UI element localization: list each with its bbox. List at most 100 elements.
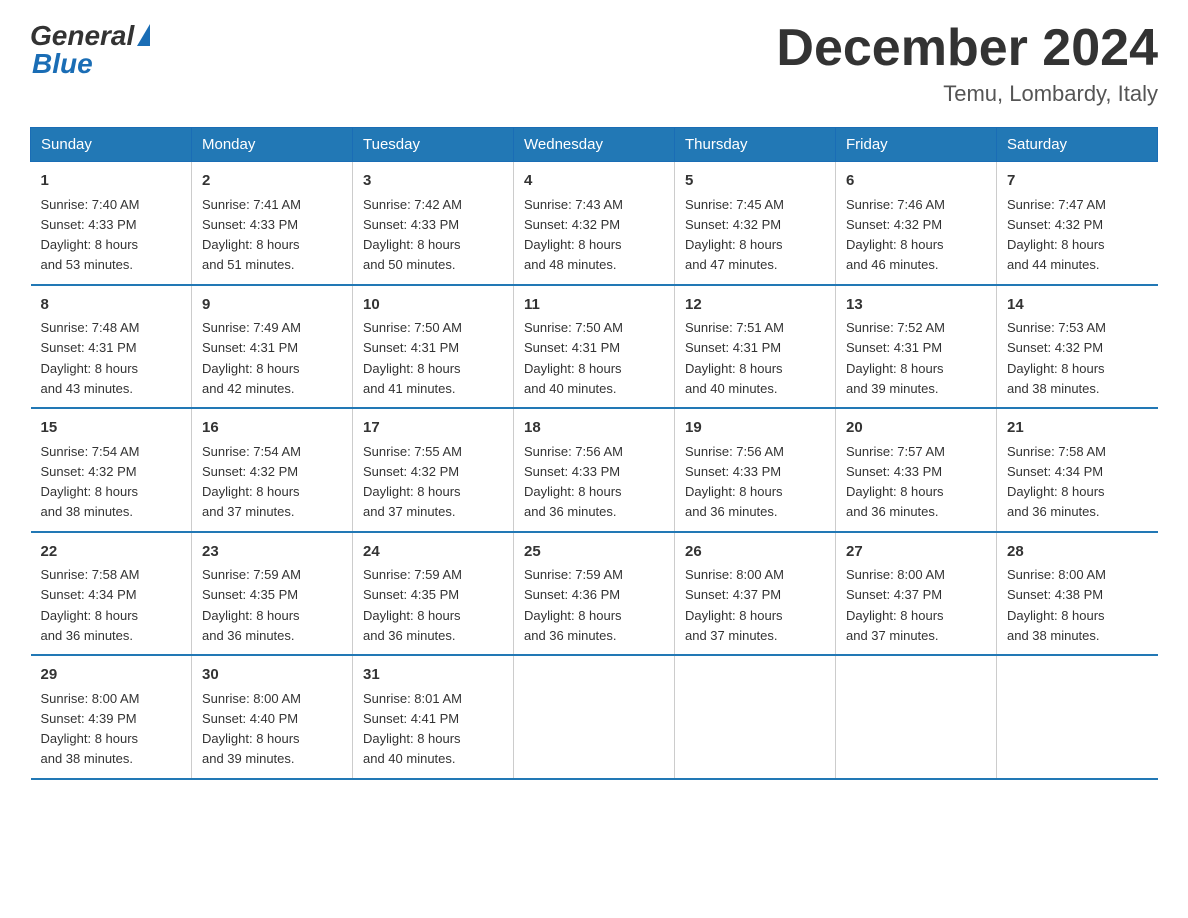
day-number: 16 — [202, 417, 342, 440]
day-info: Sunrise: 7:59 AMSunset: 4:35 PMDaylight:… — [202, 567, 301, 643]
day-number: 14 — [1007, 294, 1148, 317]
calendar-cell: 18 Sunrise: 7:56 AMSunset: 4:33 PMDayligh… — [514, 408, 675, 532]
day-info: Sunrise: 7:59 AMSunset: 4:35 PMDaylight:… — [363, 567, 462, 643]
day-info: Sunrise: 8:00 AMSunset: 4:40 PMDaylight:… — [202, 691, 301, 767]
logo-blue-word: Blue — [32, 48, 93, 79]
day-info: Sunrise: 8:00 AMSunset: 4:37 PMDaylight:… — [846, 567, 945, 643]
calendar-cell: 5 Sunrise: 7:45 AMSunset: 4:32 PMDaylight… — [675, 162, 836, 285]
day-number: 5 — [685, 170, 825, 193]
calendar-cell — [836, 655, 997, 779]
calendar-cell: 28Sunrise: 8:00 AMSunset: 4:38 PMDayligh… — [997, 532, 1158, 656]
day-info: Sunrise: 7:59 AMSunset: 4:36 PMDaylight:… — [524, 567, 623, 643]
day-number: 20 — [846, 417, 986, 440]
calendar-cell — [514, 655, 675, 779]
calendar-cell: 13 Sunrise: 7:52 AMSunset: 4:31 PMDayligh… — [836, 285, 997, 409]
calendar-week-row: 29Sunrise: 8:00 AMSunset: 4:39 PMDayligh… — [31, 655, 1158, 779]
calendar-cell: 25 Sunrise: 7:59 AMSunset: 4:36 PMDayligh… — [514, 532, 675, 656]
day-number: 22 — [41, 541, 182, 564]
day-number: 13 — [846, 294, 986, 317]
calendar-cell: 6 Sunrise: 7:46 AMSunset: 4:32 PMDaylight… — [836, 162, 997, 285]
day-number: 2 — [202, 170, 342, 193]
calendar-cell: 3 Sunrise: 7:42 AMSunset: 4:33 PMDaylight… — [353, 162, 514, 285]
day-info: Sunrise: 7:51 AMSunset: 4:31 PMDaylight:… — [685, 320, 784, 396]
day-info: Sunrise: 7:50 AMSunset: 4:31 PMDaylight:… — [524, 320, 623, 396]
day-info: Sunrise: 7:55 AMSunset: 4:32 PMDaylight:… — [363, 444, 462, 520]
day-info: Sunrise: 7:58 AMSunset: 4:34 PMDaylight:… — [41, 567, 140, 643]
day-number: 10 — [363, 294, 503, 317]
calendar-week-row: 15Sunrise: 7:54 AMSunset: 4:32 PMDayligh… — [31, 408, 1158, 532]
header-monday: Monday — [192, 128, 353, 162]
day-info: Sunrise: 7:45 AMSunset: 4:32 PMDaylight:… — [685, 197, 784, 273]
calendar-cell: 17 Sunrise: 7:55 AMSunset: 4:32 PMDayligh… — [353, 408, 514, 532]
day-number: 23 — [202, 541, 342, 564]
day-number: 26 — [685, 541, 825, 564]
day-number: 4 — [524, 170, 664, 193]
day-info: Sunrise: 8:00 AMSunset: 4:39 PMDaylight:… — [41, 691, 140, 767]
day-number: 9 — [202, 294, 342, 317]
calendar-week-row: 8 Sunrise: 7:48 AMSunset: 4:31 PMDaylight… — [31, 285, 1158, 409]
day-info: Sunrise: 7:56 AMSunset: 4:33 PMDaylight:… — [685, 444, 784, 520]
calendar-table: SundayMondayTuesdayWednesdayThursdayFrid… — [30, 127, 1158, 780]
day-number: 7 — [1007, 170, 1148, 193]
calendar-cell: 8 Sunrise: 7:48 AMSunset: 4:31 PMDaylight… — [31, 285, 192, 409]
day-number: 27 — [846, 541, 986, 564]
header-wednesday: Wednesday — [514, 128, 675, 162]
calendar-cell: 24Sunrise: 7:59 AMSunset: 4:35 PMDayligh… — [353, 532, 514, 656]
day-info: Sunrise: 7:49 AMSunset: 4:31 PMDaylight:… — [202, 320, 301, 396]
day-number: 3 — [363, 170, 503, 193]
day-number: 17 — [363, 417, 503, 440]
header-thursday: Thursday — [675, 128, 836, 162]
calendar-week-row: 1Sunrise: 7:40 AMSunset: 4:33 PMDaylight… — [31, 162, 1158, 285]
day-number: 11 — [524, 294, 664, 317]
calendar-week-row: 22 Sunrise: 7:58 AMSunset: 4:34 PMDayligh… — [31, 532, 1158, 656]
day-number: 28 — [1007, 541, 1148, 564]
header-sunday: Sunday — [31, 128, 192, 162]
day-info: Sunrise: 7:57 AMSunset: 4:33 PMDaylight:… — [846, 444, 945, 520]
calendar-cell: 31 Sunrise: 8:01 AMSunset: 4:41 PMDayligh… — [353, 655, 514, 779]
calendar-cell: 30 Sunrise: 8:00 AMSunset: 4:40 PMDayligh… — [192, 655, 353, 779]
day-number: 8 — [41, 294, 182, 317]
day-info: Sunrise: 7:48 AMSunset: 4:31 PMDaylight:… — [41, 320, 140, 396]
page-header: General Blue December 2024 Temu, Lombard… — [30, 20, 1158, 107]
header-friday: Friday — [836, 128, 997, 162]
day-number: 18 — [524, 417, 664, 440]
calendar-cell: 11 Sunrise: 7:50 AMSunset: 4:31 PMDayligh… — [514, 285, 675, 409]
day-info: Sunrise: 7:53 AMSunset: 4:32 PMDaylight:… — [1007, 320, 1106, 396]
day-info: Sunrise: 8:01 AMSunset: 4:41 PMDaylight:… — [363, 691, 462, 767]
calendar-cell: 1Sunrise: 7:40 AMSunset: 4:33 PMDaylight… — [31, 162, 192, 285]
calendar-cell — [997, 655, 1158, 779]
calendar-cell: 19 Sunrise: 7:56 AMSunset: 4:33 PMDayligh… — [675, 408, 836, 532]
day-info: Sunrise: 8:00 AMSunset: 4:37 PMDaylight:… — [685, 567, 784, 643]
day-info: Sunrise: 7:56 AMSunset: 4:33 PMDaylight:… — [524, 444, 623, 520]
calendar-header-row: SundayMondayTuesdayWednesdayThursdayFrid… — [31, 128, 1158, 162]
day-number: 21 — [1007, 417, 1148, 440]
calendar-cell: 9 Sunrise: 7:49 AMSunset: 4:31 PMDaylight… — [192, 285, 353, 409]
calendar-cell: 29Sunrise: 8:00 AMSunset: 4:39 PMDayligh… — [31, 655, 192, 779]
day-number: 19 — [685, 417, 825, 440]
day-number: 31 — [363, 664, 503, 687]
day-info: Sunrise: 7:50 AMSunset: 4:31 PMDaylight:… — [363, 320, 462, 396]
calendar-cell: 27 Sunrise: 8:00 AMSunset: 4:37 PMDayligh… — [836, 532, 997, 656]
day-info: Sunrise: 7:54 AMSunset: 4:32 PMDaylight:… — [202, 444, 301, 520]
calendar-cell: 12Sunrise: 7:51 AMSunset: 4:31 PMDayligh… — [675, 285, 836, 409]
day-info: Sunrise: 7:47 AMSunset: 4:32 PMDaylight:… — [1007, 197, 1106, 273]
day-info: Sunrise: 7:54 AMSunset: 4:32 PMDaylight:… — [41, 444, 140, 520]
calendar-cell: 26 Sunrise: 8:00 AMSunset: 4:37 PMDayligh… — [675, 532, 836, 656]
calendar-cell — [675, 655, 836, 779]
day-number: 6 — [846, 170, 986, 193]
month-year-title: December 2024 — [776, 20, 1158, 77]
day-info: Sunrise: 7:42 AMSunset: 4:33 PMDaylight:… — [363, 197, 462, 273]
day-info: Sunrise: 7:41 AMSunset: 4:33 PMDaylight:… — [202, 197, 301, 273]
calendar-cell: 2 Sunrise: 7:41 AMSunset: 4:33 PMDaylight… — [192, 162, 353, 285]
logo-arrow-icon — [137, 24, 150, 46]
calendar-cell: 20 Sunrise: 7:57 AMSunset: 4:33 PMDayligh… — [836, 408, 997, 532]
calendar-cell: 15Sunrise: 7:54 AMSunset: 4:32 PMDayligh… — [31, 408, 192, 532]
day-number: 25 — [524, 541, 664, 564]
day-info: Sunrise: 7:46 AMSunset: 4:32 PMDaylight:… — [846, 197, 945, 273]
day-info: Sunrise: 7:52 AMSunset: 4:31 PMDaylight:… — [846, 320, 945, 396]
calendar-cell: 14 Sunrise: 7:53 AMSunset: 4:32 PMDayligh… — [997, 285, 1158, 409]
calendar-cell: 22 Sunrise: 7:58 AMSunset: 4:34 PMDayligh… — [31, 532, 192, 656]
calendar-cell: 21Sunrise: 7:58 AMSunset: 4:34 PMDayligh… — [997, 408, 1158, 532]
day-number: 30 — [202, 664, 342, 687]
logo: General Blue — [30, 20, 150, 80]
